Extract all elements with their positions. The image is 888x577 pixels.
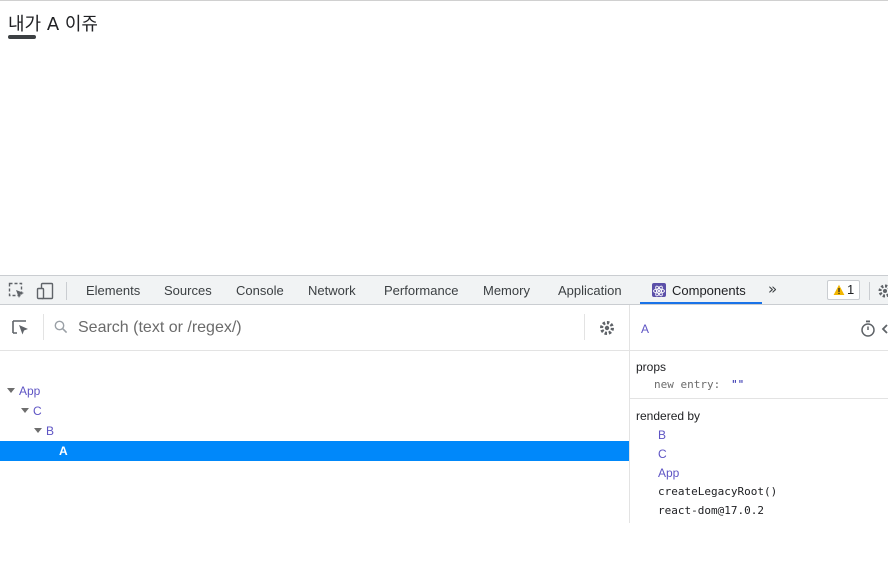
stopwatch-icon[interactable] [860,320,876,337]
page-text: 내가 A 이쥬 [8,14,98,35]
tab-components[interactable]: Components [672,276,746,304]
tree-row-c[interactable]: C [0,401,629,421]
settings-gear-icon[interactable] [598,319,616,337]
inspect-element-icon[interactable] [8,282,26,300]
toolbar-separator [66,282,67,300]
owner-b[interactable]: B [658,428,666,442]
owner-c[interactable]: C [658,447,667,461]
search-icon [54,320,68,334]
tree-row-a[interactable]: A [0,441,629,461]
component-name: B [46,424,55,438]
owner-create-legacy-root: createLegacyRoot() [658,485,778,498]
component-name: C [33,404,42,418]
device-toolbar-icon[interactable] [36,282,54,300]
tree-row-app[interactable]: App [0,381,629,401]
settings-icon[interactable] [876,282,888,300]
warning-icon [833,284,845,295]
props-label: props [636,360,667,374]
props-section: props new entry: "" [630,352,888,399]
toolbar-separator [869,282,870,300]
new-prop-key[interactable]: new entry: [654,378,720,391]
tab-network[interactable]: Network [308,276,356,304]
tree-row-b[interactable]: B [0,421,629,441]
warnings-badge[interactable]: 1 [827,280,860,300]
tab-elements[interactable]: Elements [86,276,140,304]
expand-arrow-icon[interactable] [21,408,29,413]
window-top-border [0,0,888,1]
rendered-by-label: rendered by [636,409,701,423]
expand-arrow-icon[interactable] [34,428,42,433]
owner-app[interactable]: App [658,466,679,480]
tree-toolbar [0,305,629,351]
react-logo-icon [652,283,666,297]
component-search-input[interactable] [78,317,568,339]
components-tree-panel: App C B A [0,305,629,577]
tab-console[interactable]: Console [236,276,284,304]
owner-react-dom: react-dom@17.0.2 [658,504,764,517]
select-element-icon[interactable] [11,319,31,337]
tab-sources[interactable]: Sources [164,276,212,304]
new-prop-value[interactable]: "" [731,378,744,391]
component-name: A [59,444,68,458]
component-name: App [19,384,41,398]
devtools-panel: Elements Sources Console Network Perform… [0,275,888,577]
more-actions-icon[interactable] [881,320,888,337]
more-tabs-button[interactable]: » [768,280,777,298]
tab-application[interactable]: Application [558,276,622,304]
tab-memory[interactable]: Memory [483,276,530,304]
tab-performance[interactable]: Performance [384,276,458,304]
toolbar-separator [584,314,585,340]
expand-arrow-icon[interactable] [7,388,15,393]
toolbar-separator [43,314,44,340]
devtools-tabbar: Elements Sources Console Network Perform… [0,275,888,305]
active-tab-indicator [640,302,762,304]
component-inspector-panel: A props new entry: "" rendered by B C Ap… [629,305,888,523]
selected-component-name: A [641,322,650,336]
text-underline-mark [8,35,36,39]
inspector-header: A [630,305,888,351]
warning-count: 1 [847,282,855,297]
